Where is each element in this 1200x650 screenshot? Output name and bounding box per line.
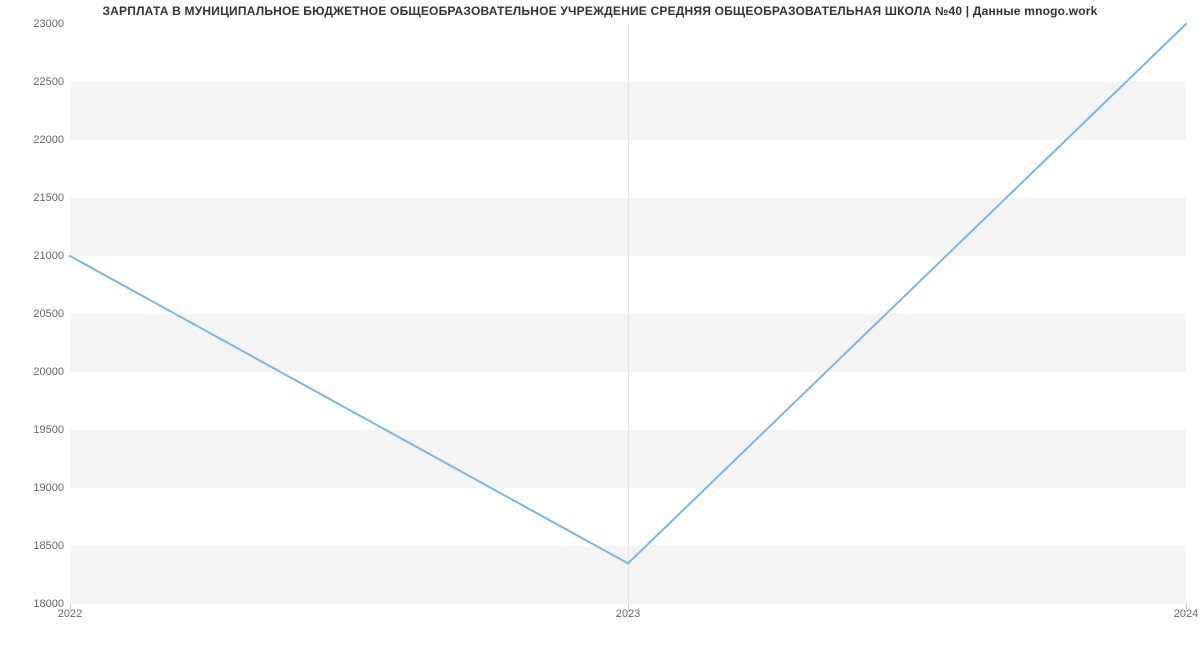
y-tick-label: 23000	[4, 18, 64, 30]
y-tick-label: 20500	[4, 308, 64, 320]
chart-container: ЗАРПЛАТА В МУНИЦИПАЛЬНОЕ БЮДЖЕТНОЕ ОБЩЕО…	[0, 0, 1200, 650]
y-tick-label: 18000	[4, 598, 64, 610]
y-tick-label: 20000	[4, 366, 64, 378]
x-tick-mark	[628, 604, 629, 612]
y-tick-label: 22500	[4, 76, 64, 88]
series-line	[70, 24, 1186, 563]
y-tick-label: 21000	[4, 250, 64, 262]
y-tick-label: 18500	[4, 540, 64, 552]
y-tick-label: 19500	[4, 424, 64, 436]
x-tick-mark	[70, 604, 71, 612]
y-tick-label: 19000	[4, 482, 64, 494]
x-tick-mark	[1186, 604, 1187, 612]
y-tick-label: 21500	[4, 192, 64, 204]
y-tick-label: 22000	[4, 134, 64, 146]
line-layer	[70, 24, 1186, 604]
chart-title: ЗАРПЛАТА В МУНИЦИПАЛЬНОЕ БЮДЖЕТНОЕ ОБЩЕО…	[0, 4, 1200, 18]
